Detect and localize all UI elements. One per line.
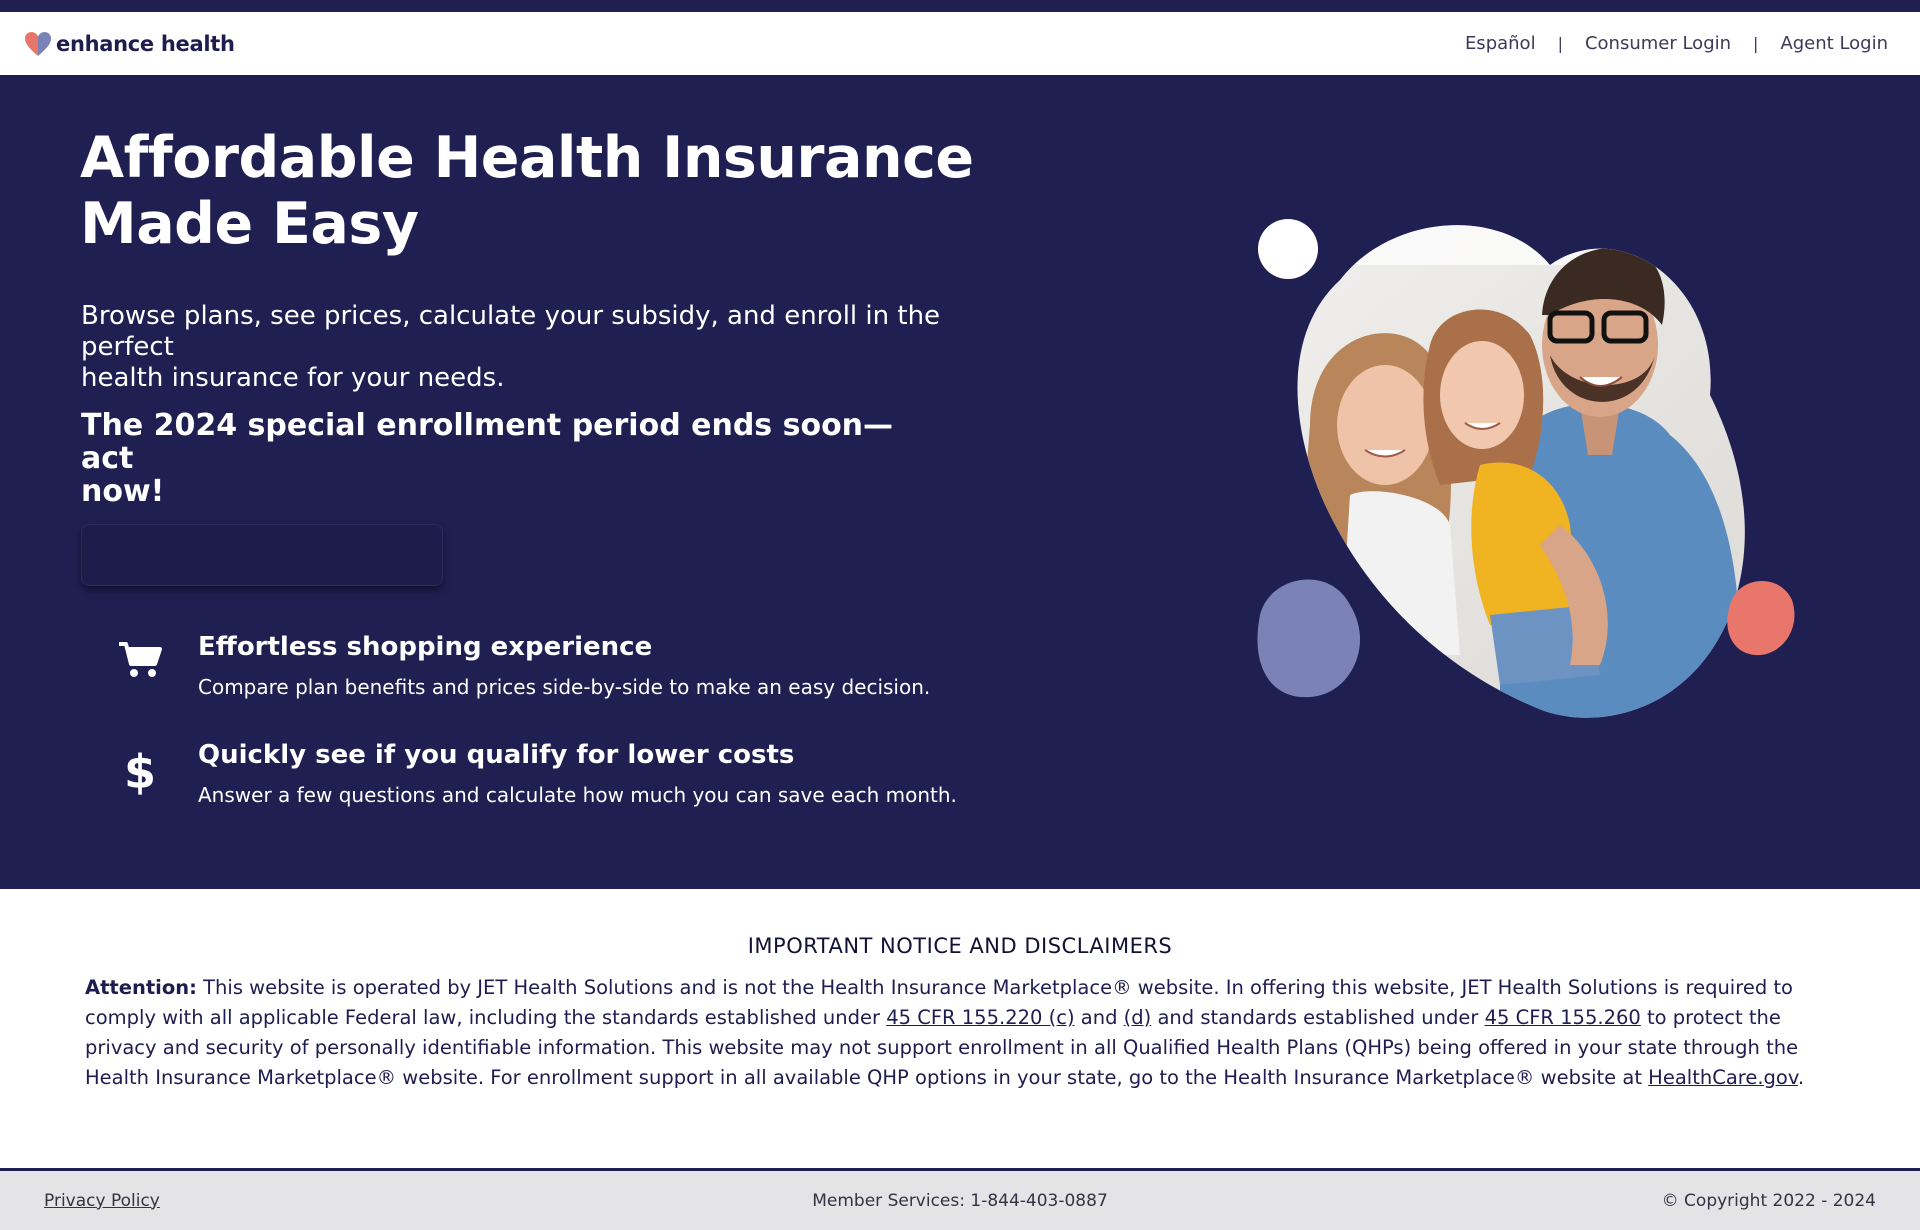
hero-section: Affordable Health Insurance Made Easy Br… bbox=[0, 75, 1920, 889]
privacy-policy-link[interactable]: Privacy Policy bbox=[44, 1191, 160, 1211]
nav-separator: | bbox=[1557, 34, 1563, 53]
attention-label: Attention: bbox=[85, 976, 197, 999]
feature-description: Answer a few questions and calculate how… bbox=[198, 783, 957, 807]
site-footer: Privacy Policy Member Services: 1-844-40… bbox=[0, 1168, 1920, 1230]
dollar-sign-icon: $ bbox=[125, 748, 155, 796]
hero-subtitle: Browse plans, see prices, calculate your… bbox=[81, 301, 1041, 394]
notice-body: Attention: This website is operated by J… bbox=[85, 976, 1805, 1089]
hero-subtitle-line-1: Browse plans, see prices, calculate your… bbox=[81, 301, 941, 362]
site-header: enhance health Español | Consumer Login … bbox=[0, 12, 1920, 75]
hero-subtitle-line-2: health insurance for your needs. bbox=[81, 363, 505, 393]
nav-link-consumer-login[interactable]: Consumer Login bbox=[1585, 33, 1731, 54]
link-healthcare-gov[interactable]: HealthCare.gov bbox=[1648, 1066, 1798, 1089]
top-nav: Español | Consumer Login | Agent Login bbox=[1465, 33, 1888, 54]
deadline-line-1: The 2024 special enrollment period ends … bbox=[81, 408, 894, 476]
link-45-cfr-155-220-c[interactable]: 45 CFR 155.220 (c) bbox=[886, 1006, 1074, 1029]
member-services-phone: Member Services: 1-844-403-0887 bbox=[812, 1190, 1108, 1211]
nav-separator: | bbox=[1753, 34, 1759, 53]
svg-text:$: $ bbox=[125, 748, 155, 796]
hero-title-line-1: Affordable Health Insurance bbox=[80, 125, 974, 191]
deadline-line-2: now! bbox=[81, 474, 165, 509]
shopping-cart-icon bbox=[119, 642, 162, 677]
heart-logo-icon bbox=[25, 31, 51, 56]
nav-link-agent-login[interactable]: Agent Login bbox=[1780, 33, 1888, 54]
decorative-white-dot bbox=[1258, 219, 1318, 279]
brand-name: enhance health bbox=[56, 31, 235, 56]
hero-title: Affordable Health Insurance Made Easy bbox=[80, 125, 1040, 257]
decorative-coral-blob bbox=[1727, 581, 1795, 656]
copyright-text: © Copyright 2022 - 2024 bbox=[1661, 1190, 1876, 1211]
feature-title: Quickly see if you qualify for lower cos… bbox=[198, 740, 795, 770]
get-started-button[interactable] bbox=[81, 524, 443, 586]
family-photo bbox=[1257, 219, 1795, 718]
top-accent-strip bbox=[0, 0, 1920, 12]
notice-heading: IMPORTANT NOTICE AND DISCLAIMERS bbox=[747, 934, 1173, 958]
link-45-cfr-155-220-d[interactable]: (d) bbox=[1124, 1006, 1152, 1029]
nav-link-espanol[interactable]: Español bbox=[1465, 33, 1536, 54]
hero-title-line-2: Made Easy bbox=[80, 191, 419, 257]
decorative-lavender-blob bbox=[1257, 579, 1361, 698]
feature-description: Compare plan benefits and prices side-by… bbox=[198, 675, 931, 699]
link-45-cfr-155-260[interactable]: 45 CFR 155.260 bbox=[1485, 1006, 1641, 1029]
feature-title: Effortless shopping experience bbox=[198, 632, 653, 662]
enrollment-deadline-message: The 2024 special enrollment period ends … bbox=[81, 409, 941, 508]
brand-logo[interactable]: enhance health bbox=[24, 30, 235, 58]
